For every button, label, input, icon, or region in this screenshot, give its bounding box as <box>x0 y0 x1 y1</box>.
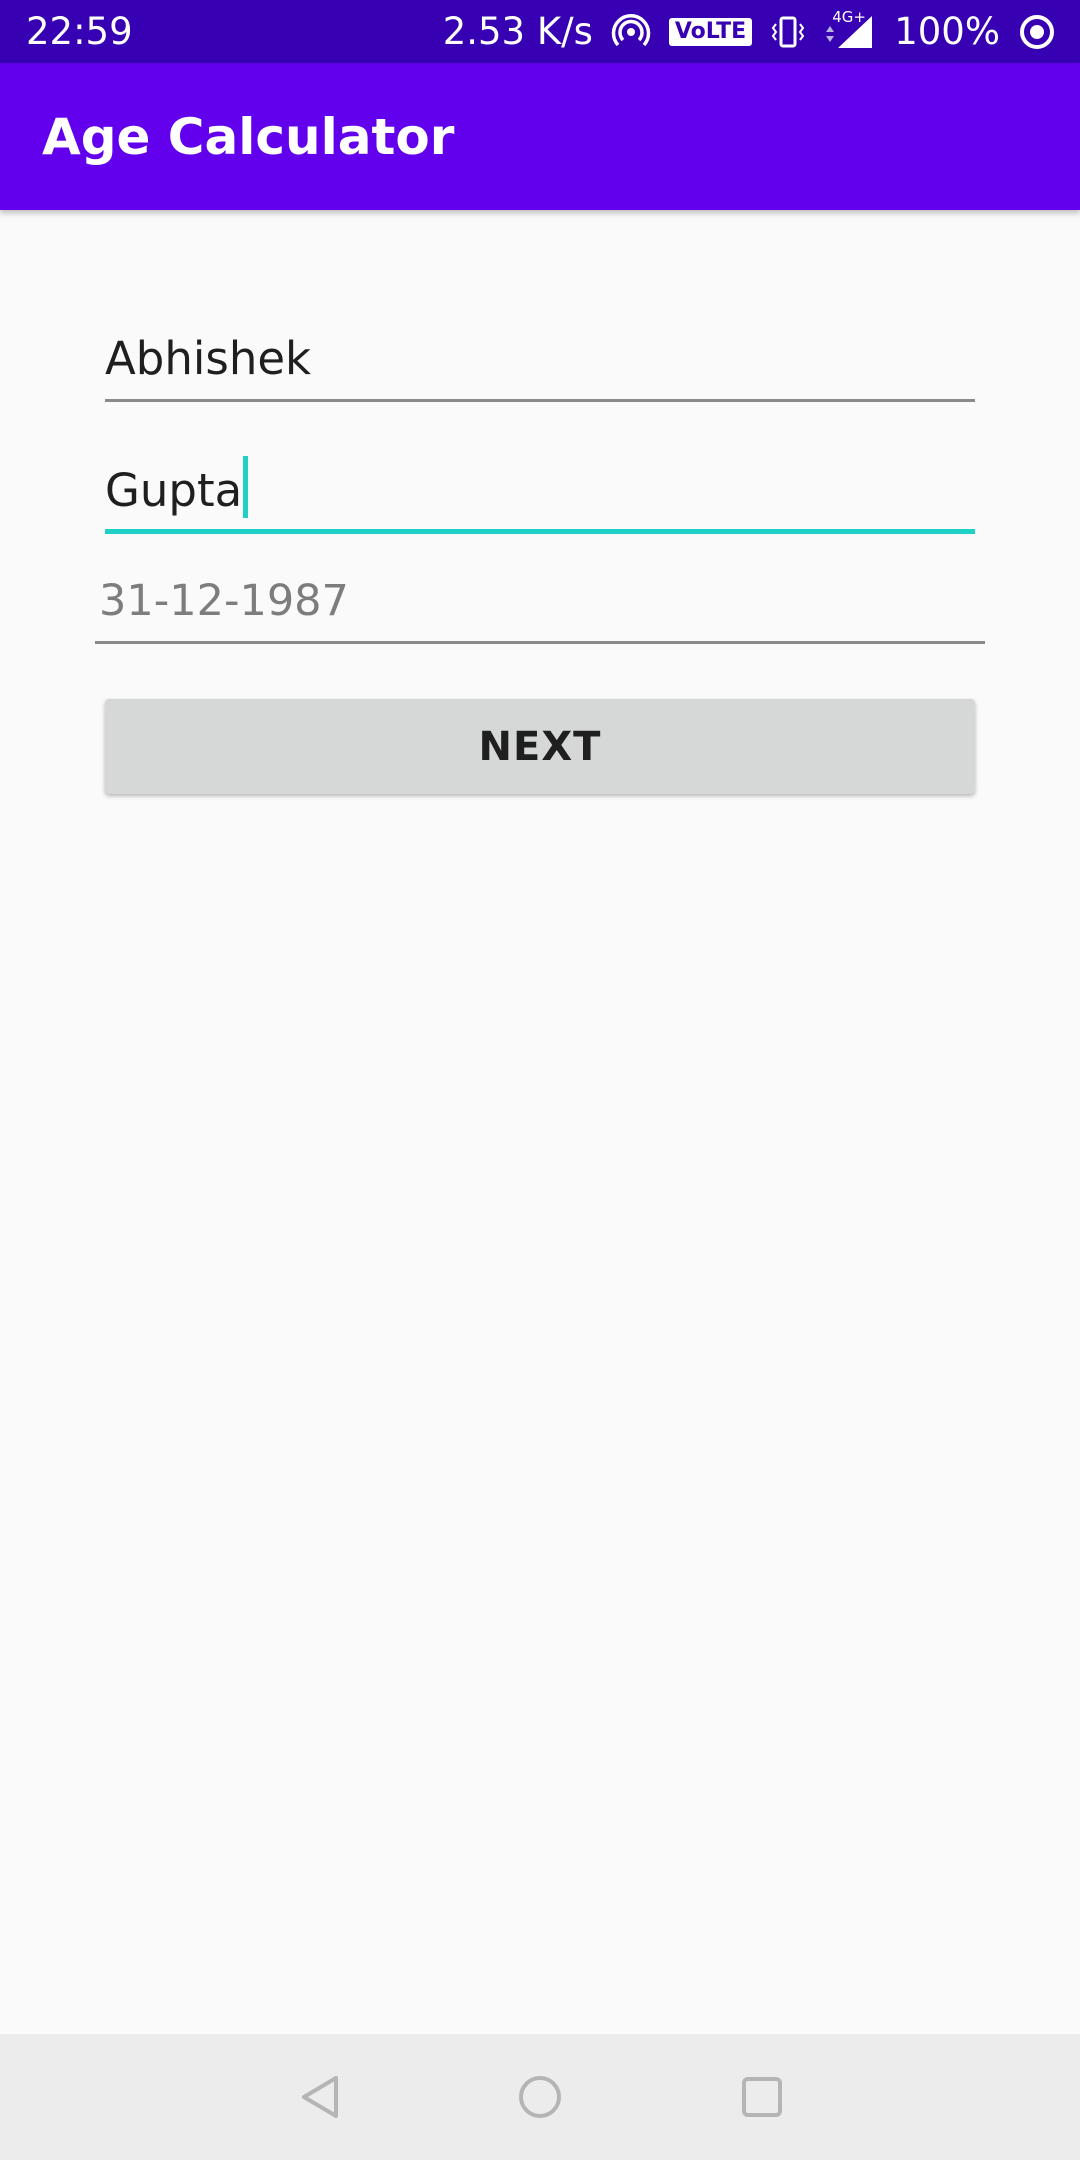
phone-screen: 22:59 2.53 K/s VoLTE 4G+ 100% Age Calcul… <box>0 0 1080 2160</box>
last-name-underline <box>105 529 975 534</box>
app-bar: Age Calculator <box>0 63 1080 210</box>
vibrate-icon <box>771 16 805 48</box>
last-name-text: Gupta <box>105 456 249 520</box>
back-icon <box>302 2076 338 2118</box>
last-name-value: Gupta <box>105 464 243 517</box>
battery-icon <box>1020 15 1054 49</box>
recents-button[interactable] <box>732 2067 792 2127</box>
signal-group: 4G+ <box>824 8 876 52</box>
text-cursor <box>243 456 249 518</box>
navigation-bar <box>0 2034 1080 2160</box>
first-name-underline <box>105 399 975 402</box>
first-name-value: Abhishek <box>105 332 312 385</box>
status-time: 22:59 <box>26 10 133 53</box>
status-icons: 2.53 K/s VoLTE 4G+ 100% <box>443 8 1056 56</box>
network-speed: 2.53 K/s <box>442 10 593 53</box>
status-bar: 22:59 2.53 K/s VoLTE 4G+ 100% <box>0 0 1080 63</box>
last-name-field[interactable]: Gupta <box>105 452 975 534</box>
first-name-field[interactable]: Abhishek <box>105 320 975 402</box>
date-of-birth-field[interactable]: 31-12-1987 <box>95 560 985 644</box>
volte-icon: VoLTE <box>668 18 753 46</box>
back-button[interactable] <box>290 2067 350 2127</box>
signal-icon <box>826 16 873 48</box>
home-icon <box>519 2076 561 2118</box>
recents-icon <box>742 2077 782 2117</box>
app-title: Age Calculator <box>42 108 455 166</box>
battery-percent: 100% <box>894 10 1000 53</box>
next-button[interactable]: NEXT <box>105 699 975 794</box>
date-of-birth-placeholder: 31-12-1987 <box>99 576 349 626</box>
date-of-birth-underline <box>95 641 985 644</box>
hotspot-icon <box>611 14 651 47</box>
home-button[interactable] <box>510 2067 570 2127</box>
